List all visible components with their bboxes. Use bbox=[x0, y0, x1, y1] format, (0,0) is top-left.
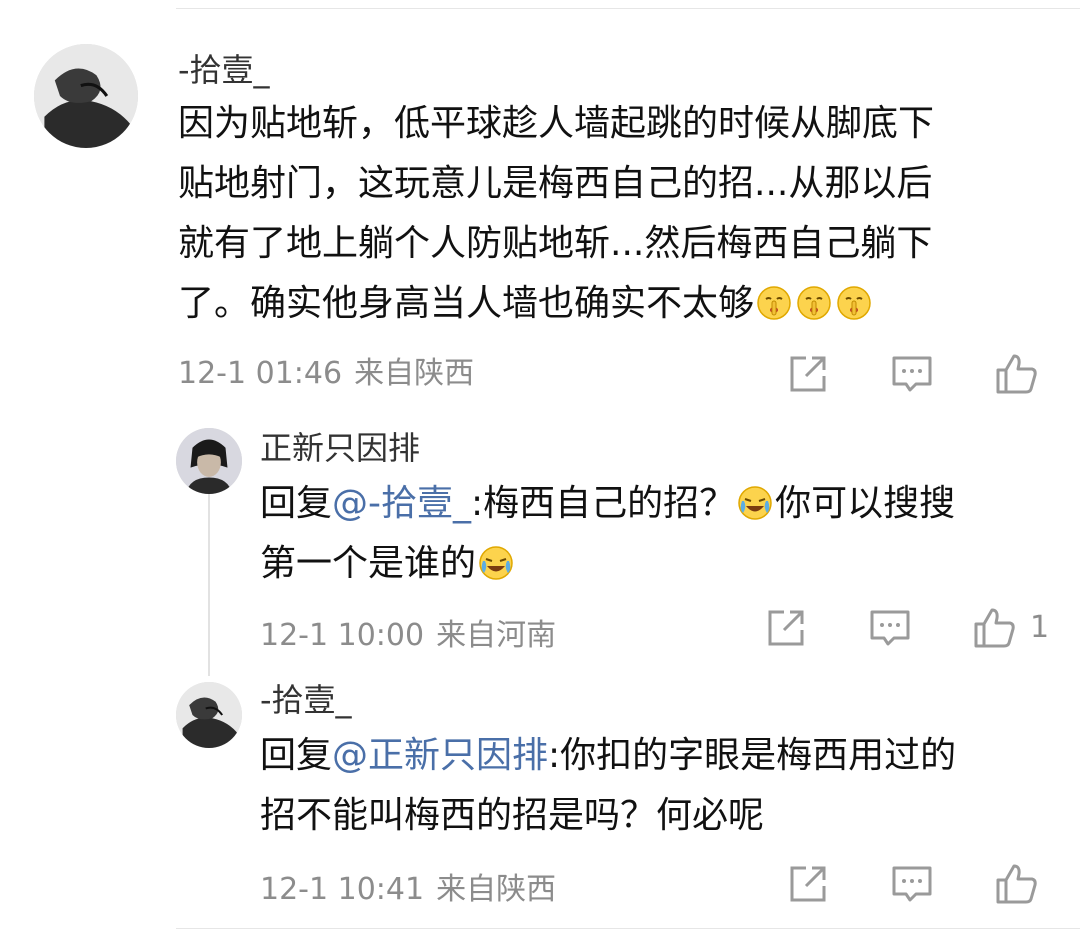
comment-line: 因为贴地斩，低平球趁人墙起跳的时候从脚底下 bbox=[178, 103, 935, 144]
like-icon bbox=[996, 354, 1037, 394]
comment-line: 了。确实他身高当人墙也确实不太够 bbox=[178, 274, 934, 334]
shush-face-emoji bbox=[836, 285, 872, 321]
reply-prefix: 回复 bbox=[260, 483, 333, 524]
laugh-cry-emoji bbox=[478, 545, 514, 581]
reply-location: 来自河南 bbox=[436, 618, 557, 653]
comment-icon bbox=[892, 356, 932, 392]
reply-prefix: 回复 bbox=[260, 735, 333, 776]
reply-time: 12-1 10:00 bbox=[260, 618, 425, 653]
comment-location: 来自陕西 bbox=[354, 356, 475, 391]
bottom-divider bbox=[176, 928, 1080, 929]
thread-line bbox=[208, 494, 210, 676]
share-button[interactable] bbox=[764, 606, 808, 650]
comment-button[interactable] bbox=[890, 352, 934, 396]
reply-text-segment: 第一个是谁的 bbox=[260, 543, 477, 584]
reply-avatar[interactable] bbox=[176, 428, 242, 494]
comment-username[interactable]: -拾壹_ bbox=[178, 50, 270, 90]
like-button[interactable] bbox=[994, 352, 1038, 396]
comment-line: 贴地射门，这玩意儿是梅西自己的招...从那以后 bbox=[178, 163, 933, 204]
laugh-cry-emoji bbox=[737, 485, 773, 521]
comment-text: 因为贴地斩，低平球趁人墙起跳的时候从脚底下 贴地射门，这玩意儿是梅西自己的招..… bbox=[178, 94, 934, 334]
comment-line: 就有了地上躺个人防贴地斩...然后梅西自己躺下 bbox=[178, 223, 933, 264]
reply-line: 第一个是谁的 bbox=[260, 534, 955, 594]
reply-username[interactable]: -拾壹_ bbox=[260, 680, 352, 720]
reply-time: 12-1 10:41 bbox=[260, 872, 425, 907]
reply-text: 回复@-拾壹_:梅西自己的招？ 你可以搜搜 第一个是谁的 bbox=[260, 474, 955, 594]
share-icon bbox=[790, 356, 826, 392]
reply-line: 回复@-拾壹_:梅西自己的招？ 你可以搜搜 bbox=[260, 474, 955, 534]
share-icon bbox=[768, 610, 804, 646]
mention-link[interactable]: @正新只因排 bbox=[332, 735, 548, 776]
avatar-image bbox=[34, 44, 138, 148]
like-button[interactable] bbox=[972, 606, 1016, 650]
reply-line: 招不能叫梅西的招是吗？何必呢 bbox=[260, 795, 765, 836]
like-button[interactable] bbox=[994, 862, 1038, 906]
shush-face-emoji bbox=[756, 285, 792, 321]
reply-meta: 12-1 10:00 来自河南 bbox=[260, 616, 556, 656]
comment-time: 12-1 01:46 bbox=[178, 356, 343, 391]
mention-link[interactable]: @-拾壹_ bbox=[332, 483, 471, 524]
reply-text: 回复@正新只因排:你扣的字眼是梅西用过的 招不能叫梅西的招是吗？何必呢 bbox=[260, 726, 956, 846]
like-icon bbox=[974, 608, 1015, 648]
shush-face-emoji bbox=[796, 285, 832, 321]
reply-line: 回复@正新只因排:你扣的字眼是梅西用过的 bbox=[260, 726, 956, 786]
comment-line-text: 了。确实他身高当人墙也确实不太够 bbox=[178, 283, 755, 324]
top-divider bbox=[176, 8, 1080, 9]
like-icon bbox=[996, 864, 1037, 904]
reply-text-segment: 你可以搜搜 bbox=[775, 483, 956, 524]
avatar[interactable] bbox=[34, 44, 138, 148]
comment-icon bbox=[892, 866, 932, 902]
reply-meta: 12-1 10:41 来自陕西 bbox=[260, 870, 556, 910]
reply-location: 来自陕西 bbox=[436, 872, 557, 907]
reply-avatar-image bbox=[176, 428, 242, 494]
comment-icon bbox=[870, 610, 910, 646]
reply-text-segment: :梅西自己的招？ bbox=[471, 483, 736, 524]
share-icon bbox=[790, 866, 826, 902]
comment-button[interactable] bbox=[890, 862, 934, 906]
comment-meta: 12-1 01:46 来自陕西 bbox=[178, 354, 474, 394]
share-button[interactable] bbox=[786, 352, 830, 396]
share-button[interactable] bbox=[786, 862, 830, 906]
reply-avatar[interactable] bbox=[176, 682, 242, 748]
reply-username[interactable]: 正新只因排 bbox=[260, 428, 420, 468]
reply-text-segment: :你扣的字眼是梅西用过的 bbox=[548, 735, 957, 776]
comment-button[interactable] bbox=[868, 606, 912, 650]
like-count: 1 bbox=[1030, 610, 1050, 645]
reply-avatar-image bbox=[176, 682, 242, 748]
